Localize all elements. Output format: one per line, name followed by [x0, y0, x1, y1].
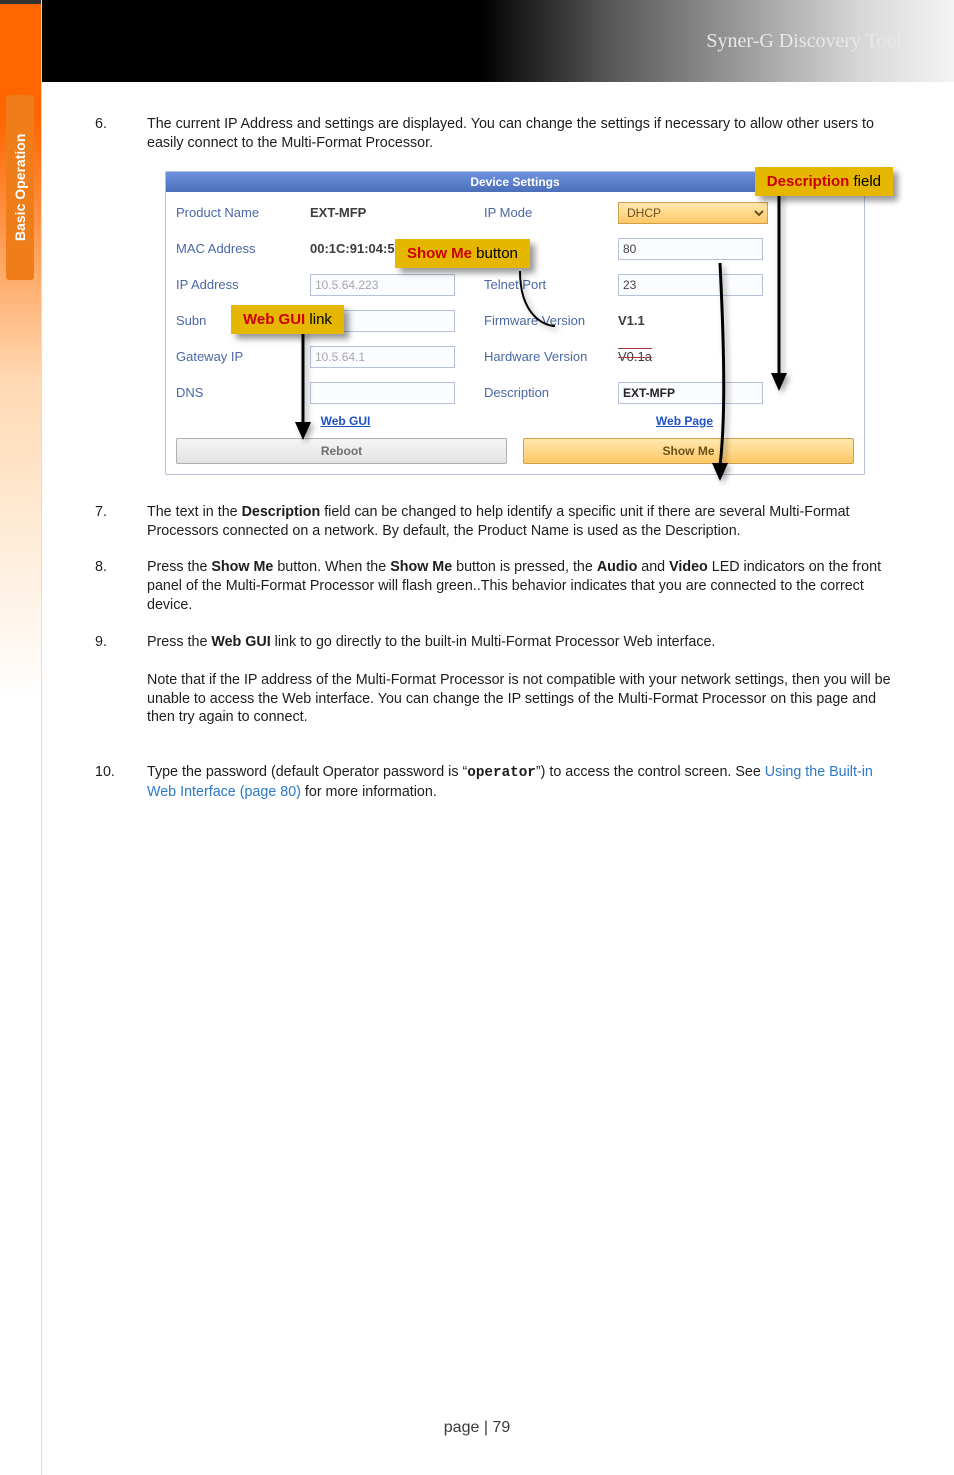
- header-bar: Syner-G Discovery Tool: [42, 0, 954, 82]
- link-row: Web GUI Web Page: [176, 414, 854, 428]
- page-footer: page | 79: [0, 1419, 954, 1437]
- value-hardware-version: V0.1a: [618, 349, 768, 364]
- callout-web-gui: Web GUI link: [231, 305, 344, 334]
- t: Press the: [147, 634, 211, 650]
- b: Audio: [597, 559, 638, 575]
- step-text: Type the password (default Operator pass…: [147, 763, 894, 802]
- left-rail: Basic Operation: [0, 0, 42, 1475]
- arrow-web-gui: [283, 330, 323, 442]
- select-ip-mode[interactable]: DHCP: [618, 202, 768, 224]
- link-web-page[interactable]: Web Page: [515, 414, 854, 428]
- reboot-button[interactable]: Reboot: [176, 438, 507, 464]
- b: Web GUI: [211, 634, 270, 650]
- step-number: 10.: [95, 763, 125, 802]
- step-number: 6.: [95, 115, 125, 153]
- section-tab: Basic Operation: [6, 95, 34, 280]
- link-web-gui[interactable]: Web GUI: [176, 414, 515, 428]
- callout-description: Description field: [755, 167, 893, 196]
- arrow-description: [759, 193, 799, 393]
- b: Show Me: [211, 559, 273, 575]
- callout-web-gui-suffix: link: [305, 311, 332, 328]
- step-text: Press the Web GUI link to go directly to…: [147, 633, 894, 727]
- arrow-show-me: [700, 263, 740, 483]
- step-number: 7.: [95, 503, 125, 541]
- input-http-port[interactable]: [618, 238, 763, 260]
- step-7: 7. The text in the Description field can…: [95, 503, 894, 541]
- label-gateway-ip: Gateway IP: [176, 349, 286, 364]
- step-number: 9.: [95, 633, 125, 727]
- step-text: The current IP Address and settings are …: [147, 115, 894, 153]
- b: Video: [669, 559, 708, 575]
- label-ip-address: IP Address: [176, 277, 286, 292]
- t: The text in the: [147, 504, 242, 520]
- label-mac-address: MAC Address: [176, 241, 286, 256]
- step-8: 8. Press the Show Me button. When the Sh…: [95, 558, 894, 615]
- t: Note that if the IP address of the Multi…: [147, 672, 891, 726]
- t: Type the password (default Operator pass…: [147, 764, 467, 780]
- code: operator: [467, 765, 536, 781]
- label-description: Description: [484, 385, 594, 400]
- input-dns[interactable]: [310, 382, 455, 404]
- callout-show-me-bold: Show Me: [407, 245, 472, 262]
- instruction-list-2: 7. The text in the Description field can…: [95, 503, 894, 728]
- spacer: [95, 745, 894, 763]
- page-content: 6. The current IP Address and settings a…: [95, 115, 894, 820]
- arrow-show-me-curve: [515, 266, 635, 338]
- step-9: 9. Press the Web GUI link to go directly…: [95, 633, 894, 727]
- label-dns: DNS: [176, 385, 286, 400]
- input-telnet-port[interactable]: [618, 274, 763, 296]
- label-hardware-version: Hardware Version: [484, 349, 594, 364]
- input-ip-address[interactable]: [310, 274, 455, 296]
- input-gateway-ip[interactable]: [310, 346, 455, 368]
- instruction-list-3: 10. Type the password (default Operator …: [95, 763, 894, 802]
- step-number: 8.: [95, 558, 125, 615]
- label-product-name: Product Name: [176, 205, 286, 220]
- callout-web-gui-bold: Web GUI: [243, 311, 305, 328]
- button-row: Reboot Show Me: [176, 438, 854, 464]
- input-description[interactable]: [618, 382, 763, 404]
- t: link to go directly to the built-in Mult…: [271, 634, 716, 650]
- show-me-button[interactable]: Show Me: [523, 438, 854, 464]
- b: Show Me: [390, 559, 452, 575]
- value-firmware-version: V1.1: [618, 313, 768, 328]
- t: Press the: [147, 559, 211, 575]
- header-title: Syner-G Discovery Tool: [706, 30, 902, 53]
- b: Description: [242, 504, 321, 520]
- t: ”) to access the control screen. See: [536, 764, 765, 780]
- t: for more information.: [301, 784, 437, 800]
- instruction-list: 6. The current IP Address and settings a…: [95, 115, 894, 153]
- t: and: [637, 559, 669, 575]
- step-10: 10. Type the password (default Operator …: [95, 763, 894, 802]
- step-text: The text in the Description field can be…: [147, 503, 894, 541]
- callout-show-me: Show Me button: [395, 239, 530, 268]
- value-product-name: EXT-MFP: [310, 205, 460, 220]
- callout-show-me-suffix: button: [472, 245, 518, 262]
- figure-device-settings: Device Settings Product Name EXT-MFP IP …: [165, 171, 865, 475]
- label-ip-mode: IP Mode: [484, 205, 594, 220]
- step-text: Press the Show Me button. When the Show …: [147, 558, 894, 615]
- t: button is pressed, the: [452, 559, 597, 575]
- t: button. When the: [273, 559, 390, 575]
- callout-description-bold: Description: [767, 173, 850, 190]
- step-6: 6. The current IP Address and settings a…: [95, 115, 894, 153]
- callout-description-suffix: field: [849, 173, 881, 190]
